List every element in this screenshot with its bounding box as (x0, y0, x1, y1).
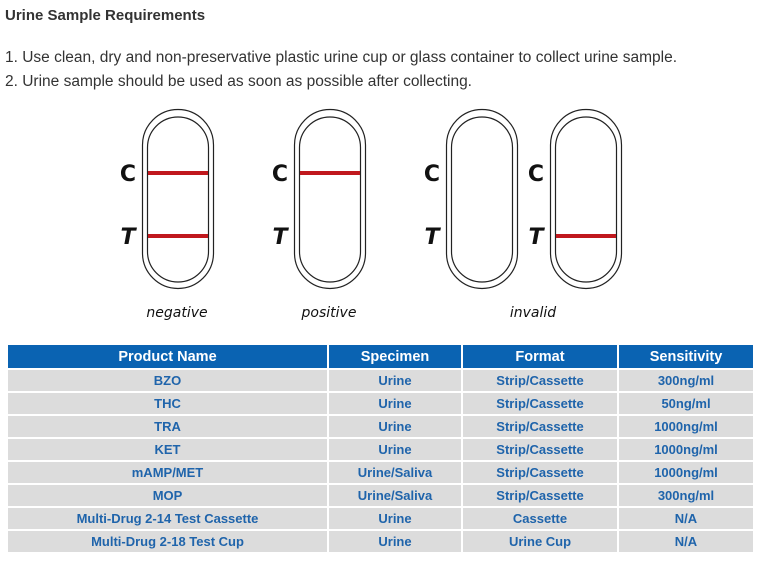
format-cell: Strip/Cassette (463, 485, 617, 506)
caption-negative: negative (146, 305, 207, 321)
column-header-sensitivity: Sensitivity (619, 345, 753, 368)
product-name-cell: Multi-Drug 2-18 Test Cup (8, 531, 327, 552)
table-row: MOP Urine/Saliva Strip/Cassette 300ng/ml (8, 485, 753, 506)
column-header-product-name: Product Name (8, 345, 327, 368)
specimen-cell: Urine/Saliva (329, 462, 461, 483)
strip-outer-outline (293, 108, 367, 290)
format-cell: Strip/Cassette (463, 462, 617, 483)
format-cell: Urine Cup (463, 531, 617, 552)
table-row: TRA Urine Strip/Cassette 1000ng/ml (8, 416, 753, 437)
specimen-cell: Urine/Saliva (329, 485, 461, 506)
product-name-cell: KET (8, 439, 327, 460)
test-label: T (424, 225, 441, 250)
product-name-cell: BZO (8, 370, 327, 391)
test-strip-invalid: CT (528, 108, 623, 290)
control-label: C (120, 162, 136, 187)
test-label: T (528, 225, 545, 250)
instruction-2: 2. Urine sample should be used as soon a… (5, 73, 472, 90)
test-strip-negative: CT (120, 108, 215, 290)
product-name-cell: Multi-Drug 2-14 Test Cassette (8, 508, 327, 529)
format-cell: Strip/Cassette (463, 393, 617, 414)
test-results-diagram: CTCTCTCT negative positive invalid (0, 100, 768, 335)
format-cell: Strip/Cassette (463, 416, 617, 437)
test-strip-diagram-svg: CTCTCTCT negative positive invalid (120, 108, 623, 321)
strip-outer-outline (445, 108, 519, 290)
table-row: Multi-Drug 2-14 Test Cassette Urine Casset… (8, 508, 753, 529)
strip-outer-outline (549, 108, 623, 290)
specimen-cell: Urine (329, 370, 461, 391)
format-cell: Strip/Cassette (463, 370, 617, 391)
test-strip-invalid: CT (424, 108, 519, 290)
control-label: C (272, 162, 288, 187)
test-strip-positive: CT (272, 108, 367, 290)
table-row: KET Urine Strip/Cassette 1000ng/ml (8, 439, 753, 460)
table-row: THC Urine Strip/Cassette 50ng/ml (8, 393, 753, 414)
instruction-1: 1. Use clean, dry and non-preservative p… (5, 49, 678, 66)
product-table: Product Name Specimen Format Sensitivity… (6, 343, 755, 554)
specimen-cell: Urine (329, 416, 461, 437)
test-line (556, 234, 616, 238)
control-label: C (424, 162, 440, 187)
product-name-cell: TRA (8, 416, 327, 437)
table-row: BZO Urine Strip/Cassette 300ng/ml (8, 370, 753, 391)
table-row: mAMP/MET Urine/Saliva Strip/Cassette 1000ng… (8, 462, 753, 483)
table-header-row: Product Name Specimen Format Sensitivity (8, 345, 753, 368)
specimen-cell: Urine (329, 508, 461, 529)
product-name-cell: MOP (8, 485, 327, 506)
column-header-specimen: Specimen (329, 345, 461, 368)
sensitivity-cell: 1000ng/ml (619, 462, 753, 483)
specimen-cell: Urine (329, 393, 461, 414)
sensitivity-cell: 1000ng/ml (619, 416, 753, 437)
sensitivity-cell: 300ng/ml (619, 485, 753, 506)
control-line (148, 171, 208, 175)
sensitivity-cell: 50ng/ml (619, 393, 753, 414)
product-name-cell: mAMP/MET (8, 462, 327, 483)
page-title: Urine Sample Requirements (5, 7, 206, 24)
control-label: C (528, 162, 544, 187)
column-header-format: Format (463, 345, 617, 368)
control-line (300, 171, 360, 175)
test-label: T (272, 225, 289, 250)
sensitivity-cell: N/A (619, 508, 753, 529)
table-row: Multi-Drug 2-18 Test Cup Urine Urine Cup N/… (8, 531, 753, 552)
product-name-cell: THC (8, 393, 327, 414)
specimen-cell: Urine (329, 531, 461, 552)
sensitivity-cell: 300ng/ml (619, 370, 753, 391)
caption-positive: positive (301, 305, 357, 321)
sensitivity-cell: 1000ng/ml (619, 439, 753, 460)
test-label: T (120, 225, 137, 250)
specimen-cell: Urine (329, 439, 461, 460)
caption-invalid: invalid (510, 305, 556, 321)
test-line (148, 234, 208, 238)
sensitivity-cell: N/A (619, 531, 753, 552)
format-cell: Strip/Cassette (463, 439, 617, 460)
strip-outer-outline (141, 108, 215, 290)
format-cell: Cassette (463, 508, 617, 529)
